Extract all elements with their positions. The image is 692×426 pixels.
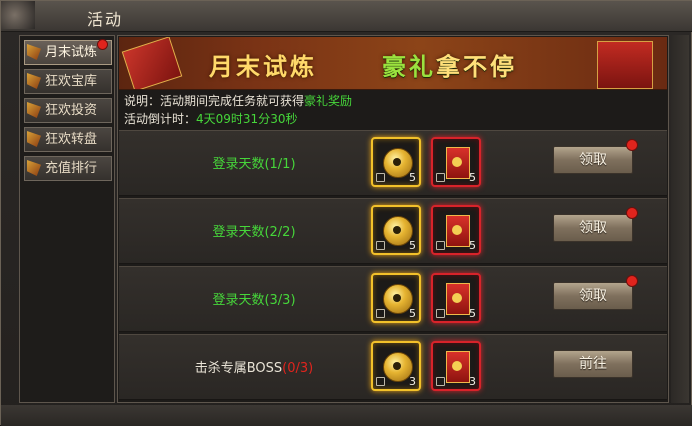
- notification-dot: [626, 139, 638, 151]
- reward-slot-coin[interactable]: 5: [371, 273, 421, 323]
- reward-slot-envelope[interactable]: 3: [431, 341, 481, 391]
- window-title: 活动: [87, 10, 124, 29]
- task-label: 击杀专属BOSS(0/3): [194, 361, 314, 376]
- item-count: 3: [409, 375, 416, 388]
- sidebar-item-baoku[interactable]: 狂欢宝库: [24, 69, 112, 94]
- lock-icon: [436, 173, 445, 182]
- item-count: 5: [469, 307, 476, 320]
- claim-button[interactable]: 领取: [553, 275, 638, 310]
- event-description: 说明：活动期间完成任务就可获得豪礼奖励: [124, 94, 353, 108]
- task-row: 登录天数(3/3) 5 5 领取: [119, 266, 667, 332]
- flag-icon: [27, 160, 41, 176]
- claim-button[interactable]: 领取: [553, 139, 638, 174]
- task-label: 登录天数(3/3): [212, 293, 296, 308]
- sidebar-item-label: 狂欢宝库: [45, 74, 98, 89]
- red-envelope-icon: [446, 147, 470, 179]
- lock-icon: [376, 173, 385, 182]
- sidebar-item-zhuanpan[interactable]: 狂欢转盘: [24, 127, 112, 152]
- activity-content: 月末试炼 豪礼拿不停 说明：活动期间完成任务就可获得豪礼奖励 活动倒计时：4天0…: [117, 35, 669, 403]
- lock-icon: [376, 241, 385, 250]
- item-count: 5: [469, 171, 476, 184]
- reward-slot-coin[interactable]: 3: [371, 341, 421, 391]
- gift-box-icon: [597, 41, 653, 89]
- item-count: 5: [409, 307, 416, 320]
- sidebar-item-label: 月末试炼: [45, 45, 98, 60]
- task-label: 登录天数(1/1): [212, 157, 296, 172]
- banner-title: 月末试炼: [209, 53, 317, 81]
- sidebar-item-label: 充值排行: [45, 161, 98, 176]
- reward-slot-envelope[interactable]: 5: [431, 205, 481, 255]
- item-count: 3: [469, 375, 476, 388]
- activity-window: 活动 月末试炼 狂欢宝库 狂欢投资 狂欢转盘 充值排行 月末试炼 豪礼拿不停 说…: [0, 0, 692, 426]
- goto-button[interactable]: 前往: [553, 350, 633, 378]
- task-row: 登录天数(1/1) 5 5 领取: [119, 130, 667, 196]
- lock-icon: [376, 377, 385, 386]
- dragon-ornament-icon: [1, 1, 35, 29]
- activity-sidebar: 月末试炼 狂欢宝库 狂欢投资 狂欢转盘 充值排行: [19, 35, 115, 403]
- red-envelope-icon: [446, 283, 470, 315]
- reward-slot-coin[interactable]: 5: [371, 137, 421, 187]
- lock-icon: [436, 241, 445, 250]
- item-count: 5: [409, 171, 416, 184]
- notification-dot: [626, 275, 638, 287]
- sidebar-item-label: 狂欢投资: [45, 103, 98, 118]
- sidebar-item-paihang[interactable]: 充值排行: [24, 156, 112, 181]
- sidebar-item-yuemo[interactable]: 月末试炼: [24, 39, 112, 65]
- flag-icon: [27, 102, 41, 118]
- event-info: 说明：活动期间完成任务就可获得豪礼奖励 活动倒计时：4天09时31分30秒: [124, 92, 664, 128]
- notification-dot: [97, 39, 108, 50]
- event-countdown: 活动倒计时：4天09时31分30秒: [124, 112, 298, 126]
- claim-button[interactable]: 领取: [553, 207, 638, 242]
- title-bar[interactable]: 活动: [1, 1, 692, 32]
- flag-icon: [27, 73, 41, 89]
- task-label: 登录天数(2/2): [212, 225, 296, 240]
- banner-slogan: 豪礼拿不停: [382, 53, 517, 81]
- lock-icon: [376, 309, 385, 318]
- reward-slot-coin[interactable]: 5: [371, 205, 421, 255]
- task-row: 登录天数(2/2) 5 5 领取: [119, 198, 667, 264]
- red-envelope-icon: [446, 215, 470, 247]
- red-chest-icon: [121, 37, 183, 89]
- sidebar-item-touzi[interactable]: 狂欢投资: [24, 98, 112, 123]
- event-banner: 月末试炼 豪礼拿不停: [119, 37, 667, 90]
- task-row: 击杀专属BOSS(0/3) 3 3 前往: [119, 334, 667, 400]
- sidebar-item-label: 狂欢转盘: [45, 132, 98, 147]
- reward-slot-envelope[interactable]: 5: [431, 273, 481, 323]
- notification-dot: [626, 207, 638, 219]
- red-envelope-icon: [446, 351, 470, 383]
- item-count: 5: [469, 239, 476, 252]
- right-edge-ornament: [671, 35, 689, 403]
- lock-icon: [436, 377, 445, 386]
- item-count: 5: [409, 239, 416, 252]
- bottom-frame: [1, 405, 692, 426]
- lock-icon: [436, 309, 445, 318]
- reward-slot-envelope[interactable]: 5: [431, 137, 481, 187]
- flag-icon: [27, 131, 41, 147]
- flag-icon: [27, 44, 41, 60]
